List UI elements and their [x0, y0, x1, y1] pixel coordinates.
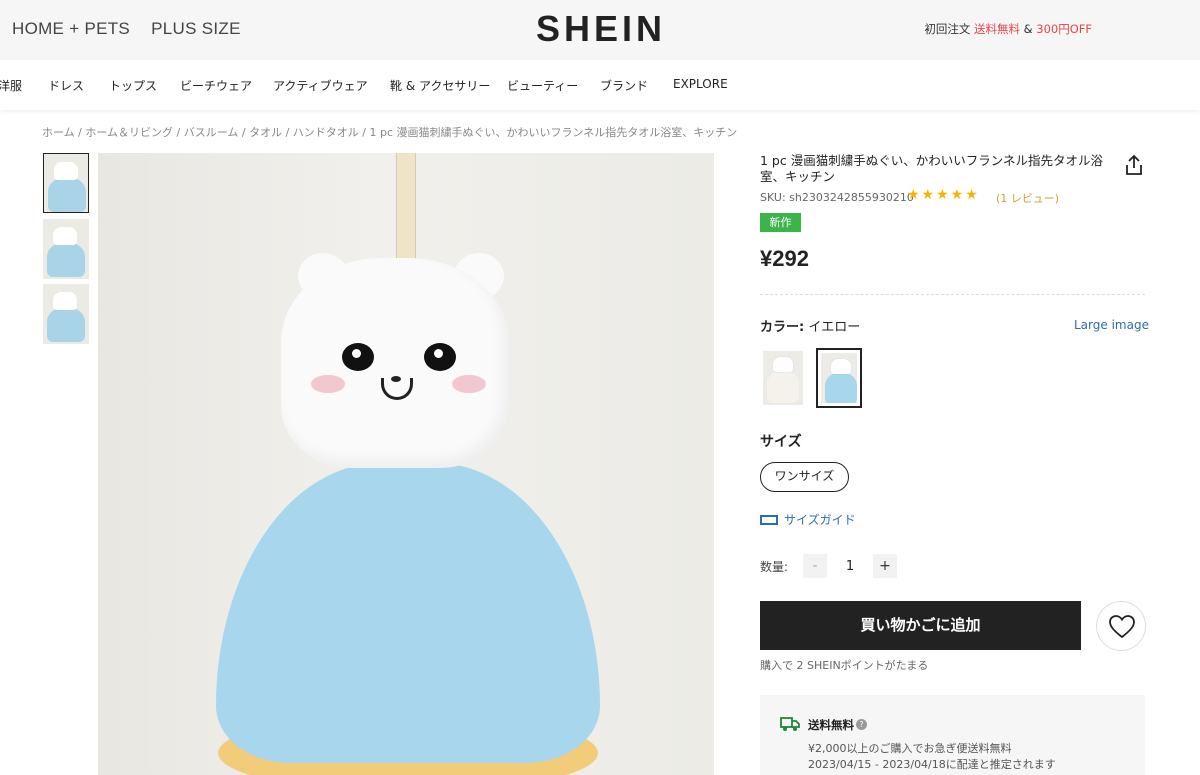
quantity-label: 数量: — [760, 560, 789, 574]
nav-home-pets[interactable]: HOME + PETS — [12, 19, 130, 38]
heart-icon — [1109, 615, 1135, 639]
thumbnail-towel — [48, 178, 86, 212]
truck-icon — [780, 716, 800, 736]
ruler-icon — [760, 515, 778, 525]
thumbnail-1[interactable] — [43, 153, 89, 213]
size-option-one-size[interactable]: ワンサイズ — [760, 462, 849, 492]
promo-discount: 300円OFF — [1036, 22, 1092, 36]
color-value: イエロー — [808, 320, 861, 335]
swatch-towel — [825, 373, 857, 403]
thumbnail-towel — [47, 308, 85, 342]
promo-amp: & — [1023, 22, 1033, 36]
category-shoes-accessories[interactable]: 靴 & アクセサリー — [390, 77, 490, 94]
thumbnail-3[interactable] — [43, 284, 89, 344]
shipping-line-2: 2023/04/15 - 2023/04/18に配達と推定されます — [808, 758, 1056, 771]
size-label: サイズ — [760, 434, 802, 450]
add-to-cart-button[interactable]: 買い物かごに追加 — [760, 601, 1081, 650]
swatch-image — [763, 351, 803, 405]
towel-body — [216, 463, 600, 763]
thumbnail-head — [54, 162, 78, 180]
rating-stars: ★★★★★ — [907, 187, 980, 203]
category-clothing[interactable]: 洋服 — [0, 77, 22, 94]
category-explore[interactable]: EXPLORE — [673, 77, 728, 91]
size-guide-label: サイズガイド — [784, 513, 856, 527]
top-nav-left: HOME + PETS PLUS SIZE — [12, 19, 257, 39]
thumbnail-2[interactable] — [43, 219, 89, 279]
thumbnail-towel — [47, 243, 85, 277]
color-label-title: カラー: — [760, 320, 805, 335]
category-nav: 洋服 ドレス トップス ビーチウェア アクティブウェア 靴 & アクセサリー ビ… — [0, 60, 1200, 110]
color-label: カラー: イエロー — [760, 316, 860, 335]
category-beachwear[interactable]: ビーチウェア — [180, 77, 252, 94]
wishlist-button[interactable] — [1096, 601, 1146, 651]
breadcrumb[interactable]: ホーム / ホーム＆リビング / バスルーム / タオル / ハンドタオル / … — [42, 124, 737, 140]
new-badge: 新作 — [760, 213, 801, 232]
top-bar: HOME + PETS PLUS SIZE SHEIN 初回注文 送料無料 & … — [0, 0, 1200, 60]
left-eye — [342, 343, 374, 371]
shein-logo[interactable]: SHEIN — [536, 8, 666, 50]
points-note: 購入で 2 SHEINポイントがたまる — [760, 659, 929, 672]
thumbnail-head — [53, 292, 77, 310]
swatch-head — [831, 359, 851, 374]
color-swatch-2[interactable] — [816, 348, 862, 408]
shipping-info: 送料無料 ? ¥2,000以上のご購入でお急ぎ便送料無料 2023/04/15 … — [760, 695, 1145, 775]
cat-head — [281, 258, 509, 468]
sku-code: SKU: sh2303242855930210 — [760, 191, 914, 204]
help-icon[interactable]: ? — [856, 719, 867, 730]
share-icon[interactable] — [1124, 154, 1144, 176]
product-price: ¥292 — [760, 246, 809, 271]
main-product-image[interactable] — [98, 153, 714, 775]
promo-prefix: 初回注文 — [924, 22, 971, 36]
shipping-title: 送料無料 — [808, 718, 854, 732]
category-tops[interactable]: トップス — [109, 77, 157, 94]
promo-free-shipping: 送料無料 — [973, 22, 1020, 36]
swatch-head — [773, 357, 793, 372]
promo-banner[interactable]: 初回注文 送料無料 & 300円OFF — [924, 21, 1092, 37]
size-guide-link[interactable]: サイズガイド — [760, 511, 856, 528]
category-activewear[interactable]: アクティブウェア — [273, 77, 368, 94]
swatch-image — [821, 353, 857, 403]
review-count-link[interactable]: (1 レビュー) — [996, 190, 1059, 206]
left-blush — [311, 375, 345, 393]
right-blush — [452, 375, 486, 393]
quantity-input[interactable] — [829, 554, 871, 578]
quantity-increase-button[interactable]: + — [873, 554, 897, 578]
category-brands[interactable]: ブランド — [600, 77, 648, 94]
category-beauty[interactable]: ビューティー — [507, 77, 578, 94]
divider — [760, 294, 1145, 295]
nav-plus-size[interactable]: PLUS SIZE — [151, 19, 241, 38]
product-title: 1 pc 漫画猫刺繍手ぬぐい、かわいいフランネル指先タオル浴室、キッチン — [760, 153, 1103, 184]
towel-strap — [396, 153, 416, 263]
large-image-link[interactable]: Large image — [1074, 318, 1149, 332]
category-dresses[interactable]: ドレス — [48, 77, 84, 94]
right-eye — [424, 343, 456, 371]
color-swatch-1[interactable] — [760, 348, 806, 408]
shipping-line-1: ¥2,000以上のご購入でお急ぎ便送料無料 — [808, 742, 1012, 755]
quantity-decrease-button[interactable]: - — [803, 554, 827, 578]
swatch-towel — [767, 371, 799, 403]
thumbnail-head — [53, 227, 77, 245]
